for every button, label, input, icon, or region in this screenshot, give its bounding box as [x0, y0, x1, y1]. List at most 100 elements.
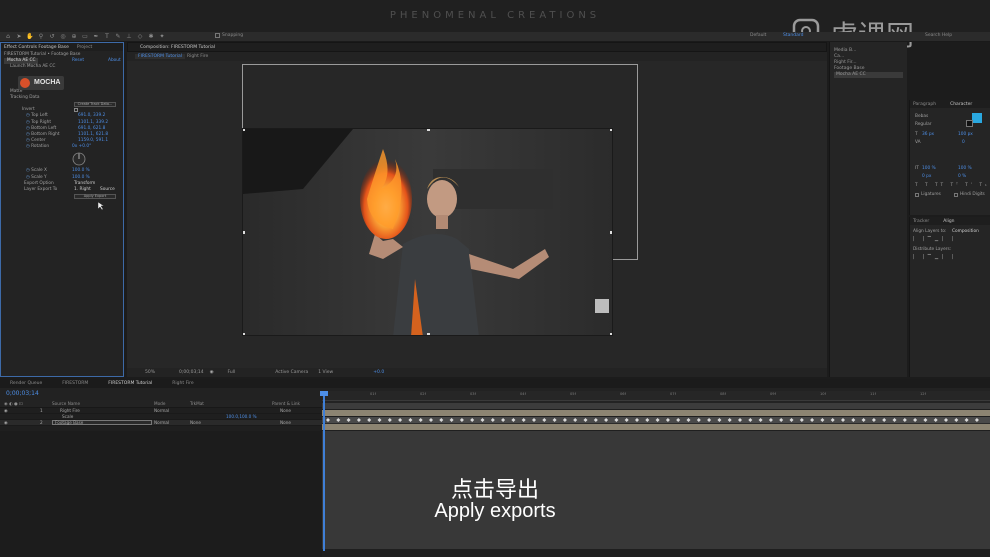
layer-name[interactable]: Footage Base [52, 420, 152, 425]
transform-handle[interactable] [243, 231, 245, 234]
snapshot-icon[interactable]: ◉ [210, 370, 214, 375]
keyframe-diamond[interactable] [871, 418, 876, 422]
tab-right-fire[interactable]: Right Fire [172, 381, 193, 386]
keyframe-diamond[interactable] [851, 418, 856, 422]
tab-effect-controls[interactable]: Effect Controls Footage Base [4, 45, 69, 50]
transform-handle[interactable] [243, 333, 245, 335]
transform-handle[interactable] [610, 231, 612, 234]
keyframe-diamond[interactable] [501, 418, 506, 422]
tab-character[interactable]: Character [950, 102, 972, 107]
align-to-dropdown[interactable]: Composition [952, 229, 979, 234]
keyframe-diamond[interactable] [532, 418, 536, 422]
transform-handle[interactable] [427, 333, 430, 335]
transform-handle[interactable] [427, 129, 430, 131]
keyframe-diamond[interactable] [408, 418, 413, 422]
keyframe-diamond[interactable] [490, 418, 495, 422]
layer-name[interactable]: Right Fire [60, 408, 80, 413]
active-camera-dropdown[interactable]: Active Camera [275, 370, 308, 375]
keyframe-diamond[interactable] [964, 418, 969, 422]
pen-tool-icon[interactable]: ✒ [92, 33, 100, 41]
keyframe-diamond[interactable] [717, 418, 722, 422]
tab-paragraph[interactable]: Paragraph [913, 102, 936, 107]
keyframe-diamond[interactable] [933, 418, 938, 422]
distribute-buttons-row[interactable]: ▏▕▔▁▏▕ [913, 255, 957, 260]
keyframe-diamond[interactable] [377, 418, 382, 422]
layer-mode[interactable]: Normal [154, 420, 169, 425]
keyframe-diamond[interactable] [336, 418, 341, 422]
keyframe-diamond[interactable] [583, 418, 588, 422]
breadcrumb-layer[interactable]: Right Fire [187, 54, 208, 59]
keyframe-diamond[interactable] [923, 418, 928, 422]
exposure-value[interactable]: +0.0 [373, 370, 384, 375]
layer-parent[interactable]: None [280, 408, 291, 413]
tab-firestorm-tutorial[interactable]: FIRESTORM Tutorial [108, 381, 152, 386]
keyframe-diamond[interactable] [511, 418, 516, 422]
keyframe-diamond[interactable] [326, 418, 330, 422]
faux-styles-row[interactable]: T T TT Tᵀ T' T₁ [915, 183, 990, 188]
tsume-value[interactable]: 0 % [958, 174, 966, 179]
layer-duration-bar[interactable] [322, 424, 990, 430]
keyframe-diamond[interactable] [861, 418, 866, 422]
keyframe-diamond[interactable] [418, 418, 423, 422]
playhead-handle[interactable] [320, 391, 328, 396]
keyframe-diamond[interactable] [696, 418, 701, 422]
keyframe-diamond[interactable] [356, 418, 361, 422]
video-frame[interactable] [242, 128, 613, 336]
stroke-color-swatch[interactable] [966, 120, 973, 127]
keyframe-diamond[interactable] [841, 418, 845, 422]
font-family-dropdown[interactable]: Bebas [915, 114, 928, 119]
roto-brush-icon[interactable]: ✱ [147, 33, 155, 41]
keyframe-diamond[interactable] [346, 418, 351, 422]
visibility-eye-icon[interactable]: ◉ [4, 420, 8, 425]
keyframe-diamond[interactable] [562, 418, 567, 422]
workspace-standard[interactable]: Standard [783, 33, 803, 38]
keyframe-diamond[interactable] [480, 418, 485, 422]
work-area-bar[interactable] [322, 403, 990, 409]
hand-tool-icon[interactable]: ✋ [26, 33, 34, 41]
keyframe-diamond[interactable] [552, 418, 557, 422]
tab-firestorm[interactable]: FIRESTORM [62, 381, 88, 386]
transform-handle[interactable] [610, 129, 612, 131]
tab-render-queue[interactable]: Render Queue [10, 381, 42, 386]
keyframe-diamond[interactable] [758, 418, 763, 422]
keyframe-diamond[interactable] [449, 418, 454, 422]
keyframe-diamond[interactable] [398, 418, 403, 422]
layer-trkmat[interactable]: None [190, 420, 201, 425]
clone-stamp-icon[interactable]: ⊥ [125, 33, 133, 41]
rotation-dial-icon[interactable] [72, 152, 86, 166]
tab-composition[interactable]: Composition: FIRESTORM Tutorial [140, 45, 215, 50]
keyframe-diamond[interactable] [810, 418, 815, 422]
views-dropdown[interactable]: 1 View [318, 370, 333, 375]
keyframe-diamond[interactable] [655, 418, 660, 422]
keyframe-diamond[interactable] [799, 418, 804, 422]
puppet-tool-icon[interactable]: ✦ [158, 33, 166, 41]
keyframe-diamond[interactable] [676, 418, 681, 422]
rotate-tool-icon[interactable]: ↺ [48, 33, 56, 41]
keyframe-diamond[interactable] [470, 418, 475, 422]
keyframe-diamond[interactable] [593, 418, 598, 422]
fill-color-swatch[interactable] [972, 113, 982, 123]
launch-mocha-label[interactable]: Launch Mocha AE CC [4, 64, 120, 70]
font-style-dropdown[interactable]: Regular [915, 122, 931, 127]
column-trkmat[interactable]: TrkMat [190, 401, 204, 406]
transform-handle[interactable] [610, 333, 612, 335]
leading-value[interactable]: 100 px [958, 132, 973, 137]
font-size-value[interactable]: 36 px [922, 132, 934, 137]
info-line-selected[interactable]: Mocha AE CC [834, 72, 903, 78]
keyframe-diamond[interactable] [974, 418, 979, 422]
search-help-label[interactable]: Search Help [925, 33, 952, 38]
keyframe-diamond[interactable] [748, 418, 753, 422]
current-time-display[interactable]: 0;00;03;14 [179, 370, 204, 375]
keyframe-diamond[interactable] [954, 418, 959, 422]
keyframe-diamond[interactable] [614, 418, 619, 422]
rectangle-tool-icon[interactable]: ▭ [81, 33, 89, 41]
keyframe-diamond[interactable] [707, 418, 712, 422]
keyframe-diamond[interactable] [882, 418, 887, 422]
workspace-default[interactable]: Default [750, 33, 766, 38]
resolution-dropdown[interactable]: Full [228, 370, 236, 375]
eraser-tool-icon[interactable]: ◇ [136, 33, 144, 41]
column-parent[interactable]: Parent & Link [272, 401, 300, 406]
keyframe-diamond[interactable] [686, 418, 691, 422]
keyframe-diamond[interactable] [738, 418, 742, 422]
horizontal-scale-value[interactable]: 100 % [958, 166, 972, 171]
